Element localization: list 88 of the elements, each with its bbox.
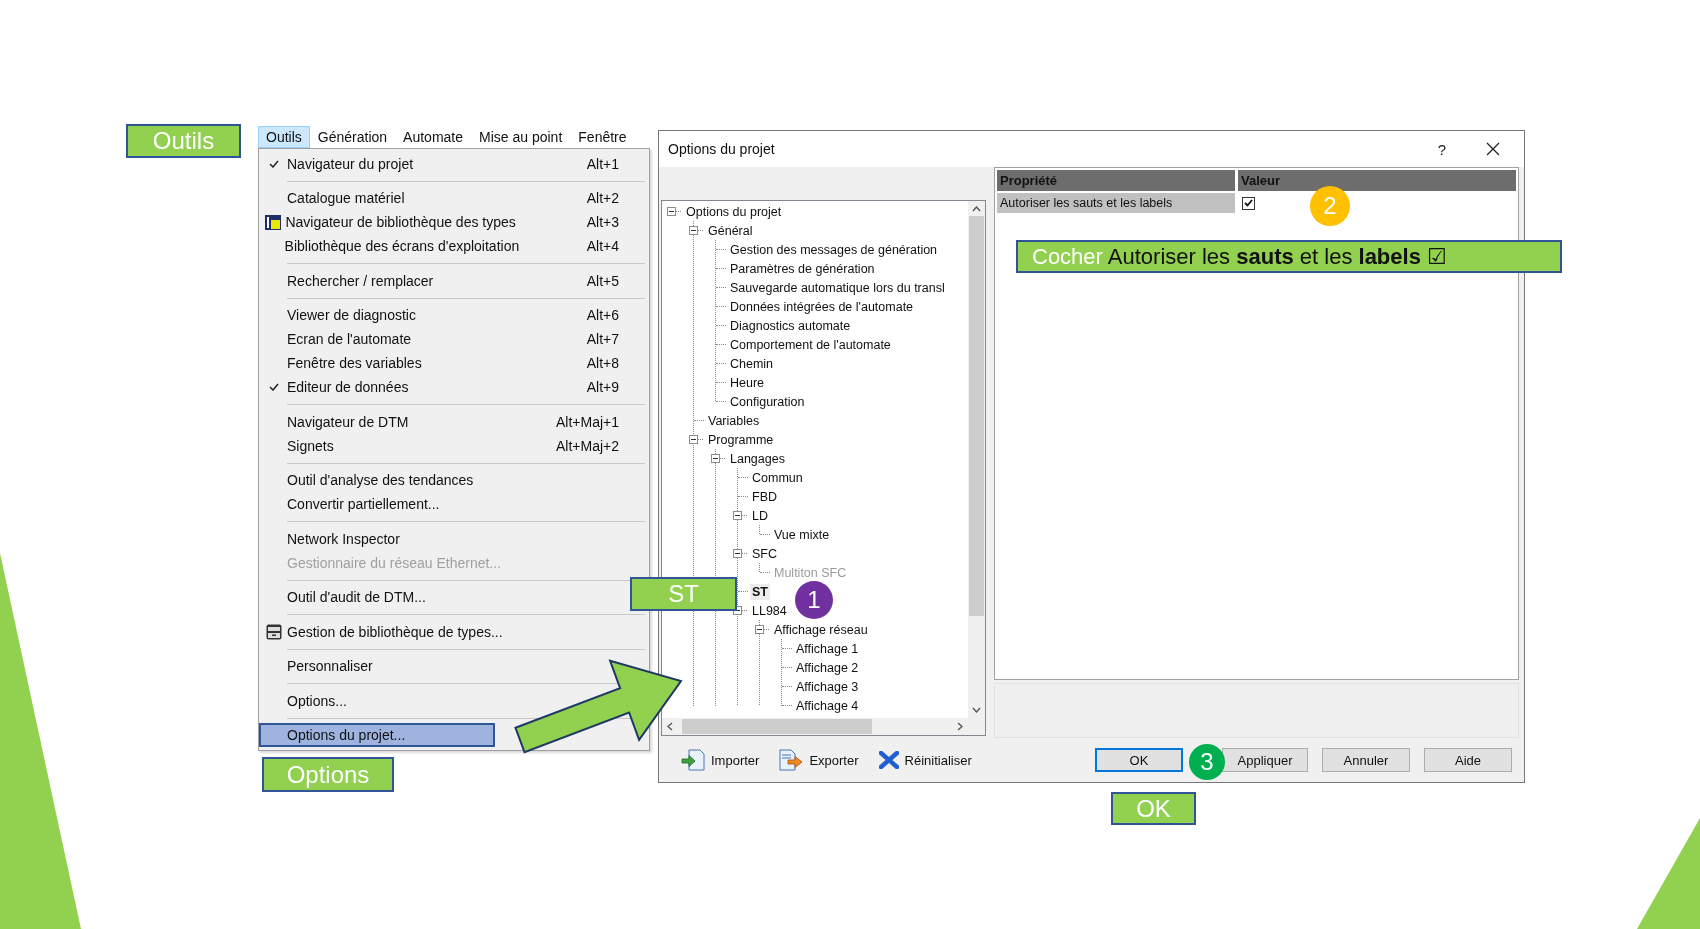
collapse-toggle[interactable] bbox=[689, 435, 698, 444]
menu-item[interactable]: Viewer de diagnostic Alt+6 bbox=[261, 303, 647, 328]
menu-item[interactable]: Signets Alt+Maj+2 bbox=[261, 433, 647, 458]
menu-bar-item[interactable]: Génération bbox=[309, 126, 396, 148]
library-icon bbox=[265, 215, 282, 230]
help-button[interactable]: ? bbox=[1437, 140, 1446, 158]
collapse-toggle[interactable] bbox=[733, 549, 742, 558]
tree-item[interactable]: Options du projet bbox=[684, 203, 784, 220]
property-name: Autoriser les sauts et les labels bbox=[997, 193, 1235, 213]
document-arrow-icon bbox=[779, 749, 804, 771]
toolbar-button[interactable]: Importer bbox=[679, 747, 762, 773]
tree-item[interactable]: Affichage 4 bbox=[794, 697, 861, 714]
column-header: Valeur bbox=[1238, 170, 1516, 191]
collapse-toggle[interactable] bbox=[711, 454, 720, 463]
toolbar-button[interactable]: Réinitialiser bbox=[876, 747, 974, 773]
callout-label: OK bbox=[1111, 792, 1196, 825]
dialog-button[interactable]: Aide bbox=[1424, 748, 1512, 772]
tree-item[interactable]: LD bbox=[750, 507, 770, 524]
callout-label: Outils bbox=[126, 124, 241, 158]
tree-item[interactable]: Gestion des messages de génération bbox=[728, 241, 940, 258]
menu-item[interactable]: Editeur de données Alt+9 bbox=[261, 375, 647, 400]
menu-item[interactable]: Convertir partiellement... bbox=[261, 492, 452, 517]
dialog-button[interactable]: Annuler bbox=[1322, 748, 1410, 772]
menu-item[interactable]: Outil d'analyse des tendances bbox=[261, 468, 486, 493]
menu-item[interactable]: Bibliothèque des écrans d'exploitation Alt+4 bbox=[261, 234, 647, 259]
checkbox[interactable] bbox=[1242, 196, 1255, 210]
scroll-up-icon[interactable] bbox=[972, 206, 981, 212]
tree-item[interactable]: FBD bbox=[750, 488, 779, 505]
menu-item[interactable]: Navigateur de DTM Alt+Maj+1 bbox=[261, 409, 647, 434]
menu-bar-item[interactable]: Mise au point bbox=[471, 126, 571, 148]
tree-item[interactable]: Sauvegarde automatique lors du transl bbox=[728, 279, 947, 296]
scrollbar-thumb[interactable] bbox=[969, 216, 984, 616]
tree-item[interactable]: Affichage 2 bbox=[794, 659, 861, 676]
close-icon[interactable] bbox=[1486, 142, 1500, 156]
collapse-toggle[interactable] bbox=[667, 207, 676, 216]
tree-item[interactable]: Chemin bbox=[728, 355, 776, 372]
tree-item[interactable]: Affichage réseau bbox=[772, 621, 870, 638]
collapse-toggle[interactable] bbox=[733, 511, 742, 520]
menu-item[interactable]: Rechercher / remplacer Alt+5 bbox=[261, 268, 647, 293]
collapse-toggle[interactable] bbox=[689, 226, 698, 235]
scrollbar[interactable] bbox=[968, 201, 985, 718]
window-title: Options du projet bbox=[668, 141, 776, 157]
scrollbar-thumb[interactable] bbox=[682, 719, 872, 734]
column-header: Propriété bbox=[997, 170, 1235, 191]
tree-item[interactable]: Affichage 1 bbox=[794, 640, 861, 657]
tree-item[interactable]: Configuration bbox=[728, 393, 807, 410]
tree-item[interactable]: Comportement de l'automate bbox=[728, 336, 893, 353]
tree-item[interactable]: Diagnostics automate bbox=[728, 317, 853, 334]
tree-item[interactable]: Commun bbox=[750, 469, 805, 486]
instruction-banner: Cocher Autoriser les sauts et les labels ☑ bbox=[1016, 240, 1562, 273]
x-mark-icon bbox=[878, 751, 899, 769]
tree-item[interactable]: SFC bbox=[750, 545, 779, 562]
callout-label: ST bbox=[630, 577, 737, 611]
document-arrow-icon bbox=[681, 749, 705, 771]
menu-item[interactable]: Ecran de l'automate Alt+7 bbox=[261, 327, 647, 352]
tree-item[interactable]: LL984 bbox=[750, 602, 789, 619]
tree-item[interactable]: Paramètres de génération bbox=[728, 260, 877, 277]
tree-item[interactable]: Affichage 3 bbox=[794, 678, 861, 695]
menu-item[interactable]: Navigateur du projet Alt+1 bbox=[261, 152, 647, 176]
menu-bar-item[interactable]: Outils bbox=[258, 126, 310, 148]
cabinet-icon bbox=[266, 623, 282, 640]
menu-item[interactable]: Navigateur de bibliothèque des types Alt+3 bbox=[261, 210, 647, 235]
tree-item[interactable]: Données intégrées de l'automate bbox=[728, 298, 916, 315]
menu-item[interactable]: Options du projet... bbox=[259, 723, 495, 748]
collapse-toggle[interactable] bbox=[755, 625, 764, 634]
tree-item[interactable]: Variables bbox=[706, 412, 762, 429]
menu-item[interactable]: Outil d'audit de DTM... bbox=[261, 585, 438, 610]
dialog-button[interactable]: OK bbox=[1095, 748, 1183, 772]
menu-item[interactable]: Catalogue matériel Alt+2 bbox=[261, 186, 647, 211]
scroll-left-icon[interactable] bbox=[667, 722, 673, 731]
menu-item[interactable]: Network Inspector bbox=[261, 526, 412, 551]
menu-item[interactable]: Personnaliser bbox=[261, 654, 385, 679]
tree-item[interactable]: Heure bbox=[728, 374, 767, 391]
toolbar-button[interactable]: Exporter bbox=[777, 747, 861, 773]
scroll-down-icon[interactable] bbox=[972, 707, 981, 713]
callout-label: Options bbox=[262, 757, 394, 792]
tree-item[interactable]: ST bbox=[750, 583, 770, 600]
tree-item[interactable]: Langages bbox=[728, 450, 787, 467]
tree-item[interactable]: Vue mixte bbox=[772, 526, 832, 543]
tree-item[interactable]: Programme bbox=[706, 431, 776, 448]
menu-bar-item[interactable]: Automate bbox=[395, 126, 471, 148]
scroll-right-icon[interactable] bbox=[957, 722, 963, 731]
dialog-button[interactable]: Appliquer bbox=[1222, 748, 1308, 772]
menu-item[interactable]: Gestion de bibliothèque de types... bbox=[261, 619, 515, 644]
menu-bar-item[interactable]: Fenêtre bbox=[570, 126, 635, 148]
menu-item[interactable]: Options... bbox=[261, 688, 359, 713]
menu-item[interactable]: Fenêtre des variables Alt+8 bbox=[261, 351, 647, 376]
tree-item[interactable]: Général bbox=[706, 222, 755, 239]
